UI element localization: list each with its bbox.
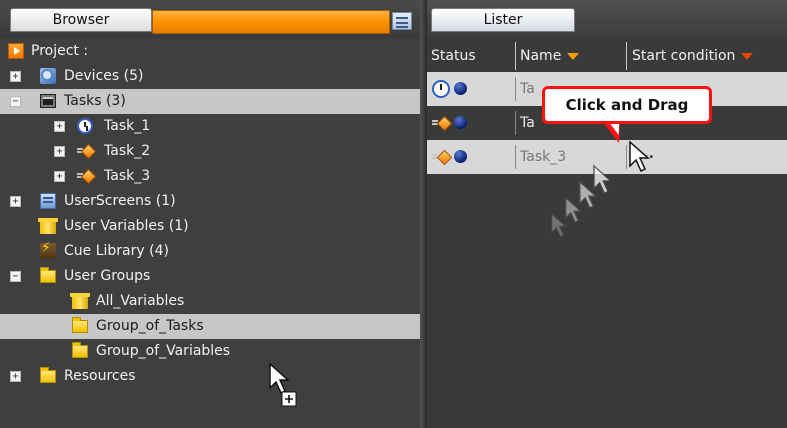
tasks-icon	[40, 94, 56, 108]
tab-browser[interactable]: Browser	[10, 8, 152, 32]
tree-item-label: Task_3	[104, 168, 151, 184]
status-dot-icon	[454, 82, 467, 95]
tree-item-task-1[interactable]: + Task_1	[0, 114, 420, 139]
tree-item-user-variables[interactable]: User Variables (1)	[0, 214, 420, 239]
tree-item-label: Tasks (3)	[64, 93, 126, 109]
folder-icon	[72, 342, 88, 358]
tree-item-label: All_Variables	[96, 293, 185, 309]
cue-library-icon	[40, 240, 56, 259]
tree-item-task-3[interactable]: + Task_3	[0, 164, 420, 189]
sort-arrow-icon	[567, 52, 580, 60]
tree-item-tasks[interactable]: − Tasks (3)	[0, 89, 420, 114]
tree-item-resources[interactable]: + Resources	[0, 364, 420, 389]
cell-separator	[515, 145, 516, 169]
drag-trail-icon	[551, 164, 613, 238]
cell-name: Ta	[520, 81, 535, 97]
drag-copy-cursor-icon	[269, 362, 297, 407]
status-dot-icon	[454, 116, 467, 129]
column-start-condition-label: Start condition	[632, 48, 736, 64]
folder-icon	[72, 317, 88, 333]
collapse-icon[interactable]: −	[10, 96, 21, 107]
tree-item-all-variables[interactable]: All_Variables	[0, 289, 420, 314]
column-start-condition[interactable]: Start condition	[632, 44, 754, 68]
tree-item-label: Group_of_Variables	[96, 343, 231, 359]
tree-item-task-2[interactable]: + Task_2	[0, 139, 420, 164]
status-dot-icon	[454, 150, 467, 163]
expand-icon[interactable]: +	[10, 71, 21, 82]
expand-icon[interactable]: +	[54, 146, 65, 157]
tree-item-label: UserScreens (1)	[64, 193, 176, 209]
expand-icon[interactable]: +	[10, 196, 21, 207]
callout-tooltip: Click and Drag	[542, 86, 712, 124]
tree-item-label: Resources	[64, 368, 136, 384]
screens-icon	[40, 193, 56, 209]
browser-tab-bar	[152, 10, 390, 34]
task-icon	[432, 148, 450, 166]
expand-icon[interactable]: +	[10, 371, 21, 382]
tab-lister[interactable]: Lister	[431, 8, 575, 32]
tree-item-devices[interactable]: + Devices (5)	[0, 64, 420, 89]
tree-item-label: Group_of_Tasks	[96, 318, 204, 334]
tree-item-label: Task_2	[104, 143, 151, 159]
tree-item-project[interactable]: Project :	[0, 39, 420, 64]
devices-icon	[40, 68, 56, 84]
column-name[interactable]: Name	[520, 44, 580, 68]
tree-item-label: Devices (5)	[64, 68, 144, 84]
task-icon	[77, 143, 93, 159]
cell-separator	[515, 111, 516, 135]
panel-splitter[interactable]	[420, 0, 427, 428]
task-icon	[77, 168, 93, 184]
tree-item-label: Task_1	[104, 118, 151, 134]
folder-icon	[40, 267, 56, 283]
cell-separator	[515, 77, 516, 101]
column-separator[interactable]	[515, 42, 516, 70]
tree-item-label: Cue Library (4)	[64, 243, 169, 259]
column-header: Status Name Start condition	[427, 38, 787, 72]
clock-icon	[432, 80, 450, 98]
column-separator[interactable]	[626, 42, 627, 70]
folder-icon	[40, 367, 56, 383]
user-variables-icon	[70, 293, 90, 309]
user-variables-icon	[38, 218, 58, 234]
column-status[interactable]: Status	[431, 44, 476, 68]
tree-item-label: Project :	[31, 43, 89, 59]
task-icon	[432, 114, 450, 132]
tree-item-cue-library[interactable]: Cue Library (4)	[0, 239, 420, 264]
tree-item-userscreens[interactable]: + UserScreens (1)	[0, 189, 420, 214]
list-view-icon[interactable]	[392, 12, 412, 30]
clock-icon	[77, 118, 93, 134]
tree-item-label: User Variables (1)	[64, 218, 189, 234]
arrow-cursor-icon	[629, 140, 650, 173]
browser-panel: Browser Project : + Devices (5) − Tasks …	[0, 0, 420, 428]
collapse-icon[interactable]: −	[10, 271, 21, 282]
project-icon	[8, 43, 24, 59]
column-name-label: Name	[520, 48, 562, 64]
lister-header: Lister	[427, 0, 787, 38]
browser-header: Browser	[0, 0, 420, 38]
expand-icon[interactable]: +	[54, 121, 65, 132]
expand-icon[interactable]: +	[54, 171, 65, 182]
tree-item-label: User Groups	[64, 268, 151, 284]
tree-item-user-groups[interactable]: − User Groups	[0, 264, 420, 289]
cell-name: Ta	[520, 115, 535, 131]
sort-arrow-icon	[741, 52, 754, 60]
tree-item-group-of-variables[interactable]: Group_of_Variables	[0, 339, 420, 364]
tree-item-group-of-tasks[interactable]: Group_of_Tasks	[0, 314, 420, 339]
